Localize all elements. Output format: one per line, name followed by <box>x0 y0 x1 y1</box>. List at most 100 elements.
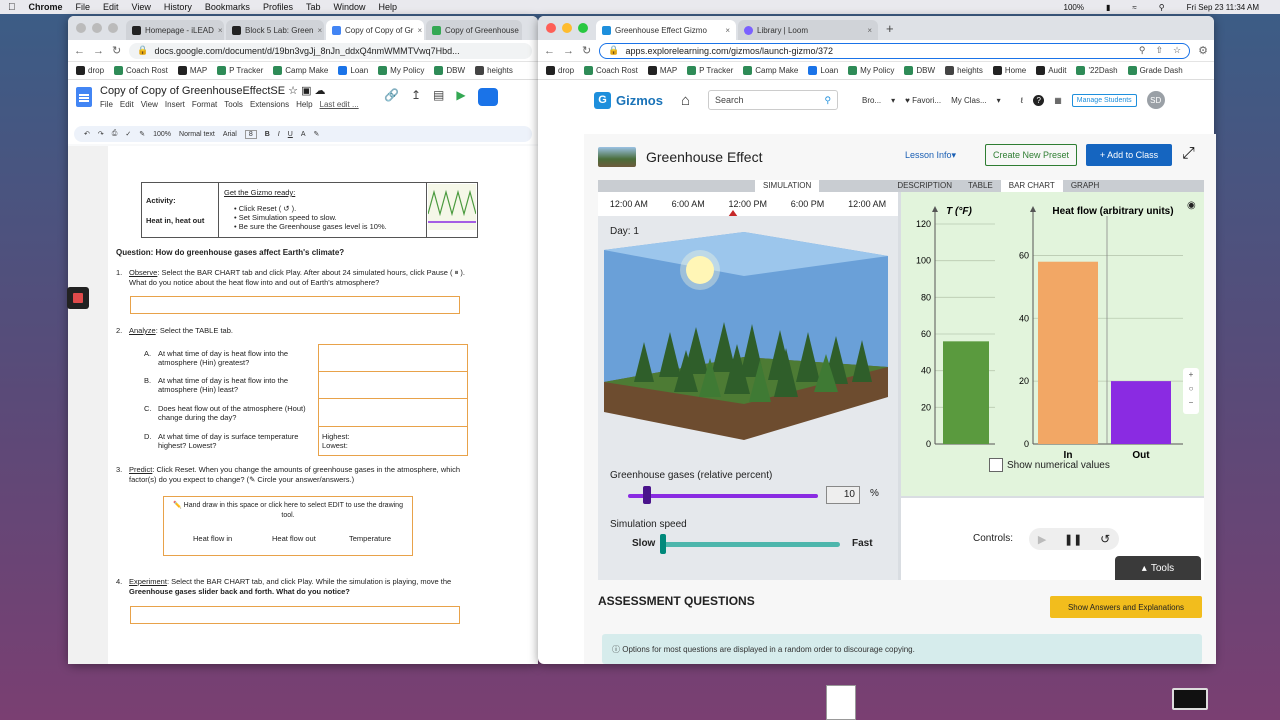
menu-app-name[interactable]: Chrome <box>29 2 63 12</box>
play-button[interactable]: ▶ <box>1038 533 1046 546</box>
docs-menu-tools[interactable]: Tools <box>224 100 243 109</box>
camera-icon[interactable]: ◉ <box>1187 200 1196 211</box>
tab-bar-chart[interactable]: BAR CHART <box>1000 180 1063 192</box>
bookmark-p-tracker[interactable]: P Tracker <box>217 66 263 75</box>
extensions-icon[interactable]: ⚙ <box>1198 44 1208 57</box>
redo-icon[interactable]: ↷ <box>98 130 104 138</box>
tab-graph[interactable]: GRAPH <box>1063 180 1107 192</box>
tab-homepage[interactable]: Homepage - iLEAD × <box>126 20 224 40</box>
manage-students-button[interactable]: Manage Students <box>1071 93 1137 107</box>
bookmark-map[interactable]: MAP <box>647 66 677 75</box>
apps-grid-icon[interactable]: ▦ <box>1054 96 1062 105</box>
menu-window[interactable]: Window <box>333 2 365 12</box>
docs-menu-insert[interactable]: Insert <box>165 100 185 109</box>
menu-help[interactable]: Help <box>378 2 397 12</box>
highlight-icon[interactable]: ✎ <box>313 130 319 138</box>
bookmark-audit[interactable]: Audit <box>1036 66 1066 75</box>
bookmark-camp-make[interactable]: Camp Make <box>273 66 328 75</box>
bookmark-coach-rost[interactable]: Coach Rost <box>584 66 638 75</box>
reset-button[interactable]: ↺ <box>1100 532 1110 546</box>
help-icon[interactable]: ? <box>1033 94 1045 106</box>
bookmark-loan[interactable]: Loan <box>808 66 838 75</box>
close-window-button[interactable] <box>76 23 86 33</box>
pause-button[interactable]: ❚❚ <box>1064 533 1082 546</box>
create-preset-button[interactable]: Create New Preset <box>985 144 1077 166</box>
undo-icon[interactable]: ↶ <box>84 130 90 138</box>
menu-edit[interactable]: Edit <box>103 2 119 12</box>
print-icon[interactable]: ⎙ <box>112 130 118 138</box>
add-to-class-button[interactable]: + Add to Class <box>1086 144 1172 166</box>
q3-option-temperature[interactable]: Temperature <box>349 534 391 543</box>
minimize-window-button[interactable] <box>92 23 102 33</box>
docs-menu-file[interactable]: File <box>100 100 113 109</box>
home-icon[interactable]: ⌂ <box>681 92 690 109</box>
apple-icon[interactable]:  <box>8 2 16 13</box>
link-k-icon[interactable]: 🔗 <box>384 88 399 106</box>
bookmark-dbw[interactable]: DBW <box>434 66 465 75</box>
bookmark-p-tracker[interactable]: P Tracker <box>687 66 733 75</box>
battery-icon[interactable]: ▮ <box>1106 3 1110 12</box>
doc-page[interactable]: Activity: Heat in, heat out Get the Gizm… <box>108 146 538 664</box>
star-icon[interactable]: ☆ <box>288 85 298 97</box>
bookmark-map[interactable]: MAP <box>177 66 207 75</box>
text-color-icon[interactable]: A <box>301 131 306 138</box>
bookmark-drop[interactable]: drop <box>76 66 104 75</box>
menu-bookmarks[interactable]: Bookmarks <box>205 2 250 12</box>
tab-block5[interactable]: Block 5 Lab: Green × <box>226 20 324 40</box>
signature-icon[interactable]: ℓ <box>1021 96 1024 105</box>
bold-icon[interactable]: B <box>265 131 270 138</box>
search-icon[interactable]: ⚲ <box>1159 3 1165 12</box>
last-edit-link[interactable]: Last edit ... <box>320 100 359 109</box>
lesson-info-button[interactable]: Lesson Info▾ <box>905 150 956 161</box>
avatar[interactable]: SD <box>1146 91 1165 109</box>
bookmark-my-policy[interactable]: My Policy <box>848 66 894 75</box>
nav-favorites[interactable]: ♥ Favori... <box>905 96 941 105</box>
comment-icon[interactable]: ▤ <box>433 88 444 106</box>
tab-description[interactable]: DESCRIPTION <box>889 180 960 192</box>
zoom-icon[interactable]: ⚲ <box>1139 45 1146 56</box>
gizmo-search-input[interactable]: Search ⚲ <box>708 90 839 110</box>
bookmark-grade-dash[interactable]: Grade Dash <box>1127 66 1183 75</box>
paint-format-icon[interactable]: ✎ <box>139 130 145 138</box>
datetime[interactable]: Fri Sep 23 11:34 AM <box>1187 3 1259 12</box>
bookmark-dbw[interactable]: DBW <box>904 66 935 75</box>
dock-document-thumbnail[interactable] <box>826 685 856 720</box>
menu-view[interactable]: View <box>132 2 151 12</box>
forward-icon[interactable]: → <box>93 45 104 57</box>
back-icon[interactable]: ← <box>74 45 85 57</box>
q1-answer-box[interactable] <box>130 296 460 314</box>
docs-menu-extensions[interactable]: Extensions <box>250 100 289 109</box>
bookmark-my-policy[interactable]: My Policy <box>378 66 424 75</box>
zoom-window-button[interactable] <box>108 23 118 33</box>
gizmo-address-bar[interactable]: 🔒 apps.explorelearning.com/gizmos/launch-… <box>599 42 1191 59</box>
bookmark-home[interactable]: Home <box>992 66 1026 75</box>
close-window-button[interactable] <box>546 23 556 33</box>
italic-icon[interactable]: I <box>278 131 280 138</box>
meet-icon[interactable]: ▶ <box>456 88 465 106</box>
trend-icon[interactable]: ↥ <box>411 88 421 106</box>
show-answers-button[interactable]: Show Answers and Explanations <box>1050 596 1202 618</box>
forward-icon[interactable]: → <box>563 45 574 57</box>
bookmark-loan[interactable]: Loan <box>338 66 368 75</box>
reload-icon[interactable]: ↻ <box>112 44 121 57</box>
bookmark-heights[interactable]: heights <box>945 66 983 75</box>
minimize-window-button[interactable] <box>562 23 572 33</box>
back-icon[interactable]: ← <box>544 45 555 57</box>
cloud-icon[interactable]: ☁ <box>315 85 326 97</box>
reload-icon[interactable]: ↻ <box>582 44 591 57</box>
wifi-icon[interactable]: ≈ <box>1132 3 1136 12</box>
new-tab-icon[interactable]: + <box>886 21 894 36</box>
bookmark-22dash[interactable]: '22Dash <box>1076 66 1118 75</box>
share-button[interactable] <box>477 88 498 106</box>
spellcheck-icon[interactable]: ✓ <box>125 130 131 138</box>
zoom-select[interactable]: 100% <box>153 131 171 138</box>
tab-greenhouse-gizmo[interactable]: Greenhouse Effect Gizmo × <box>596 20 736 40</box>
font-select[interactable]: Arial <box>223 131 237 138</box>
bookmark-coach-rost[interactable]: Coach Rost <box>114 66 168 75</box>
bookmark-heights[interactable]: heights <box>475 66 513 75</box>
style-select[interactable]: Normal text <box>179 131 215 138</box>
docs-address-bar[interactable]: 🔒 docs.google.com/document/d/19bn3vgJj_8n… <box>129 42 532 59</box>
menu-history[interactable]: History <box>164 2 192 12</box>
speed-slider-track[interactable] <box>660 542 840 547</box>
font-size-input[interactable]: 8 <box>244 129 257 139</box>
